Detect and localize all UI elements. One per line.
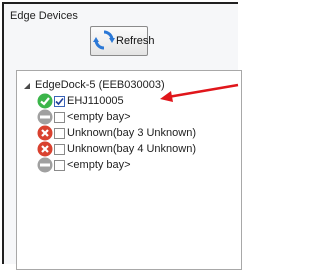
error-status-icon: [37, 125, 53, 141]
bay-2-checkbox[interactable]: [54, 111, 65, 123]
expand-triangle-icon[interactable]: [23, 81, 31, 89]
bay-4-checkbox[interactable]: [54, 143, 65, 155]
tree-root-edgedock[interactable]: EdgeDock-5 (EEB030003): [23, 77, 165, 93]
bay-1-label: EHJ110005: [67, 95, 124, 107]
refresh-button[interactable]: Refresh: [90, 26, 155, 56]
bay-2-label: <empty bay>: [67, 111, 131, 123]
empty-bay-status-icon: [37, 157, 53, 173]
tree-root-label: EdgeDock-5 (EEB030003): [35, 79, 165, 91]
bay-5-label: <empty bay>: [67, 159, 131, 171]
tree-item-bay-2[interactable]: <empty bay>: [37, 109, 131, 125]
annotation-arrow-icon: [160, 83, 239, 102]
refresh-icon: [93, 29, 115, 54]
bay-1-checkbox[interactable]: [54, 95, 65, 107]
ok-status-icon: [37, 93, 53, 109]
bay-3-label: Unknown(bay 3 Unknown): [67, 127, 197, 139]
error-status-icon: [37, 141, 53, 157]
tree-item-bay-3[interactable]: Unknown(bay 3 Unknown): [37, 125, 196, 141]
bay-3-checkbox[interactable]: [54, 127, 65, 139]
tree-item-bay-1[interactable]: EHJ110005: [37, 93, 124, 109]
panel-title: Edge Devices: [10, 10, 78, 22]
refresh-button-label: Refresh: [116, 35, 155, 47]
tree-item-bay-5[interactable]: <empty bay>: [37, 157, 131, 173]
tree-item-bay-4[interactable]: Unknown(bay 4 Unknown): [37, 141, 196, 157]
bay-5-checkbox[interactable]: [54, 159, 65, 171]
empty-bay-status-icon: [37, 109, 53, 125]
bay-4-label: Unknown(bay 4 Unknown): [67, 143, 197, 155]
